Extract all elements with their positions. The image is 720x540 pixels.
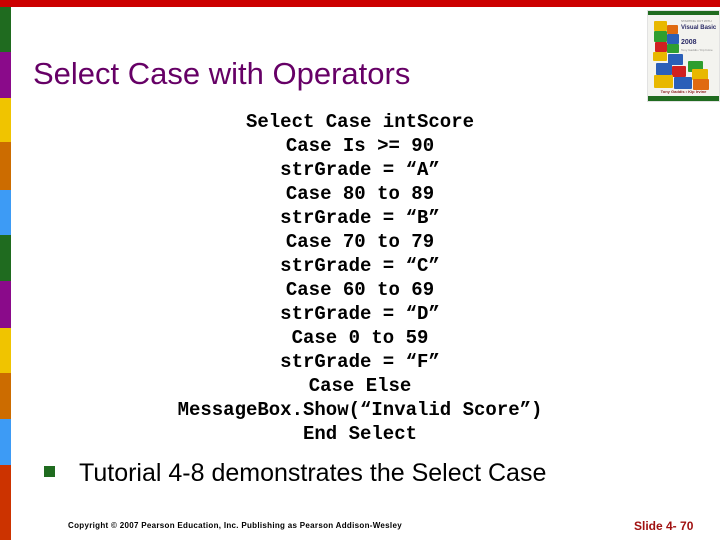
code-line: Case 80 to 89 bbox=[285, 183, 435, 205]
square-bullet-icon bbox=[44, 466, 55, 477]
code-line: Case 60 to 69 bbox=[285, 279, 435, 301]
side-strip-segment-9 bbox=[0, 419, 11, 465]
code-line: strGrade = “D” bbox=[280, 303, 440, 325]
code-line: strGrade = “B” bbox=[280, 207, 440, 229]
cover-block-4 bbox=[655, 42, 667, 52]
book-cover-subtitle: Tony Gaddis / Kip Irvine bbox=[681, 48, 713, 52]
cover-block-1 bbox=[654, 31, 667, 42]
cover-block-5 bbox=[667, 44, 679, 53]
code-line: Case Else bbox=[308, 375, 412, 397]
cover-block-6 bbox=[653, 52, 667, 61]
book-cover-year: 2008 bbox=[681, 39, 697, 46]
slide-canvas: Select Case with Operators STARTING OUT … bbox=[0, 0, 720, 540]
side-strip-segment-0 bbox=[0, 7, 11, 52]
cover-block-2 bbox=[667, 25, 678, 34]
code-line: Select Case intScore bbox=[245, 111, 475, 133]
book-cover-title: Visual Basic bbox=[681, 25, 717, 31]
code-line: strGrade = “A” bbox=[280, 159, 440, 181]
code-line: End Select bbox=[302, 423, 418, 445]
page-title: Select Case with Operators bbox=[33, 56, 411, 91]
top-accent-band bbox=[0, 0, 720, 7]
cover-block-0 bbox=[654, 21, 667, 31]
side-strip-segment-8 bbox=[0, 373, 11, 419]
code-listing: Select Case intScore Case Is >= 90 strGrad… bbox=[40, 110, 680, 446]
book-cover-image: STARTING OUT WITH Visual Basic 2008 Tony… bbox=[647, 10, 720, 102]
cover-block-3 bbox=[667, 34, 679, 44]
side-strip-segment-7 bbox=[0, 328, 11, 373]
side-strip-segment-3 bbox=[0, 142, 11, 190]
code-line: strGrade = “C” bbox=[280, 255, 440, 277]
code-line: strGrade = “F” bbox=[280, 351, 440, 373]
code-line: Case 70 to 79 bbox=[285, 231, 435, 253]
cover-block-9 bbox=[672, 66, 686, 77]
book-cover-bottom-band bbox=[648, 96, 719, 101]
book-cover-supertitle: STARTING OUT WITH bbox=[681, 19, 712, 23]
book-cover-authors: Tony Gaddis • Kip Irvine bbox=[660, 89, 707, 94]
side-strip-segment-2 bbox=[0, 98, 11, 142]
code-line: Case 0 to 59 bbox=[291, 327, 429, 349]
side-strip-segment-10 bbox=[0, 465, 11, 540]
cover-block-8 bbox=[656, 63, 672, 75]
footer-slide-number: Slide 4- 70 bbox=[634, 519, 694, 533]
footer-copyright: Copyright © 2007 Pearson Education, Inc.… bbox=[68, 521, 402, 530]
code-line: MessageBox.Show(“Invalid Score”) bbox=[177, 399, 543, 421]
cover-block-12 bbox=[654, 75, 673, 88]
bullet-item-label: Tutorial 4-8 demonstrates the Select Cas… bbox=[79, 459, 547, 487]
side-strip-segment-4 bbox=[0, 190, 11, 235]
side-color-strip bbox=[0, 7, 11, 540]
bullet-item: Tutorial 4-8 demonstrates the Select Cas… bbox=[44, 458, 664, 488]
book-cover-top-band bbox=[648, 11, 719, 15]
side-strip-segment-6 bbox=[0, 281, 11, 328]
side-strip-segment-1 bbox=[0, 52, 11, 98]
code-line: Case Is >= 90 bbox=[285, 135, 435, 157]
side-strip-segment-5 bbox=[0, 235, 11, 281]
cover-block-13 bbox=[674, 77, 692, 89]
